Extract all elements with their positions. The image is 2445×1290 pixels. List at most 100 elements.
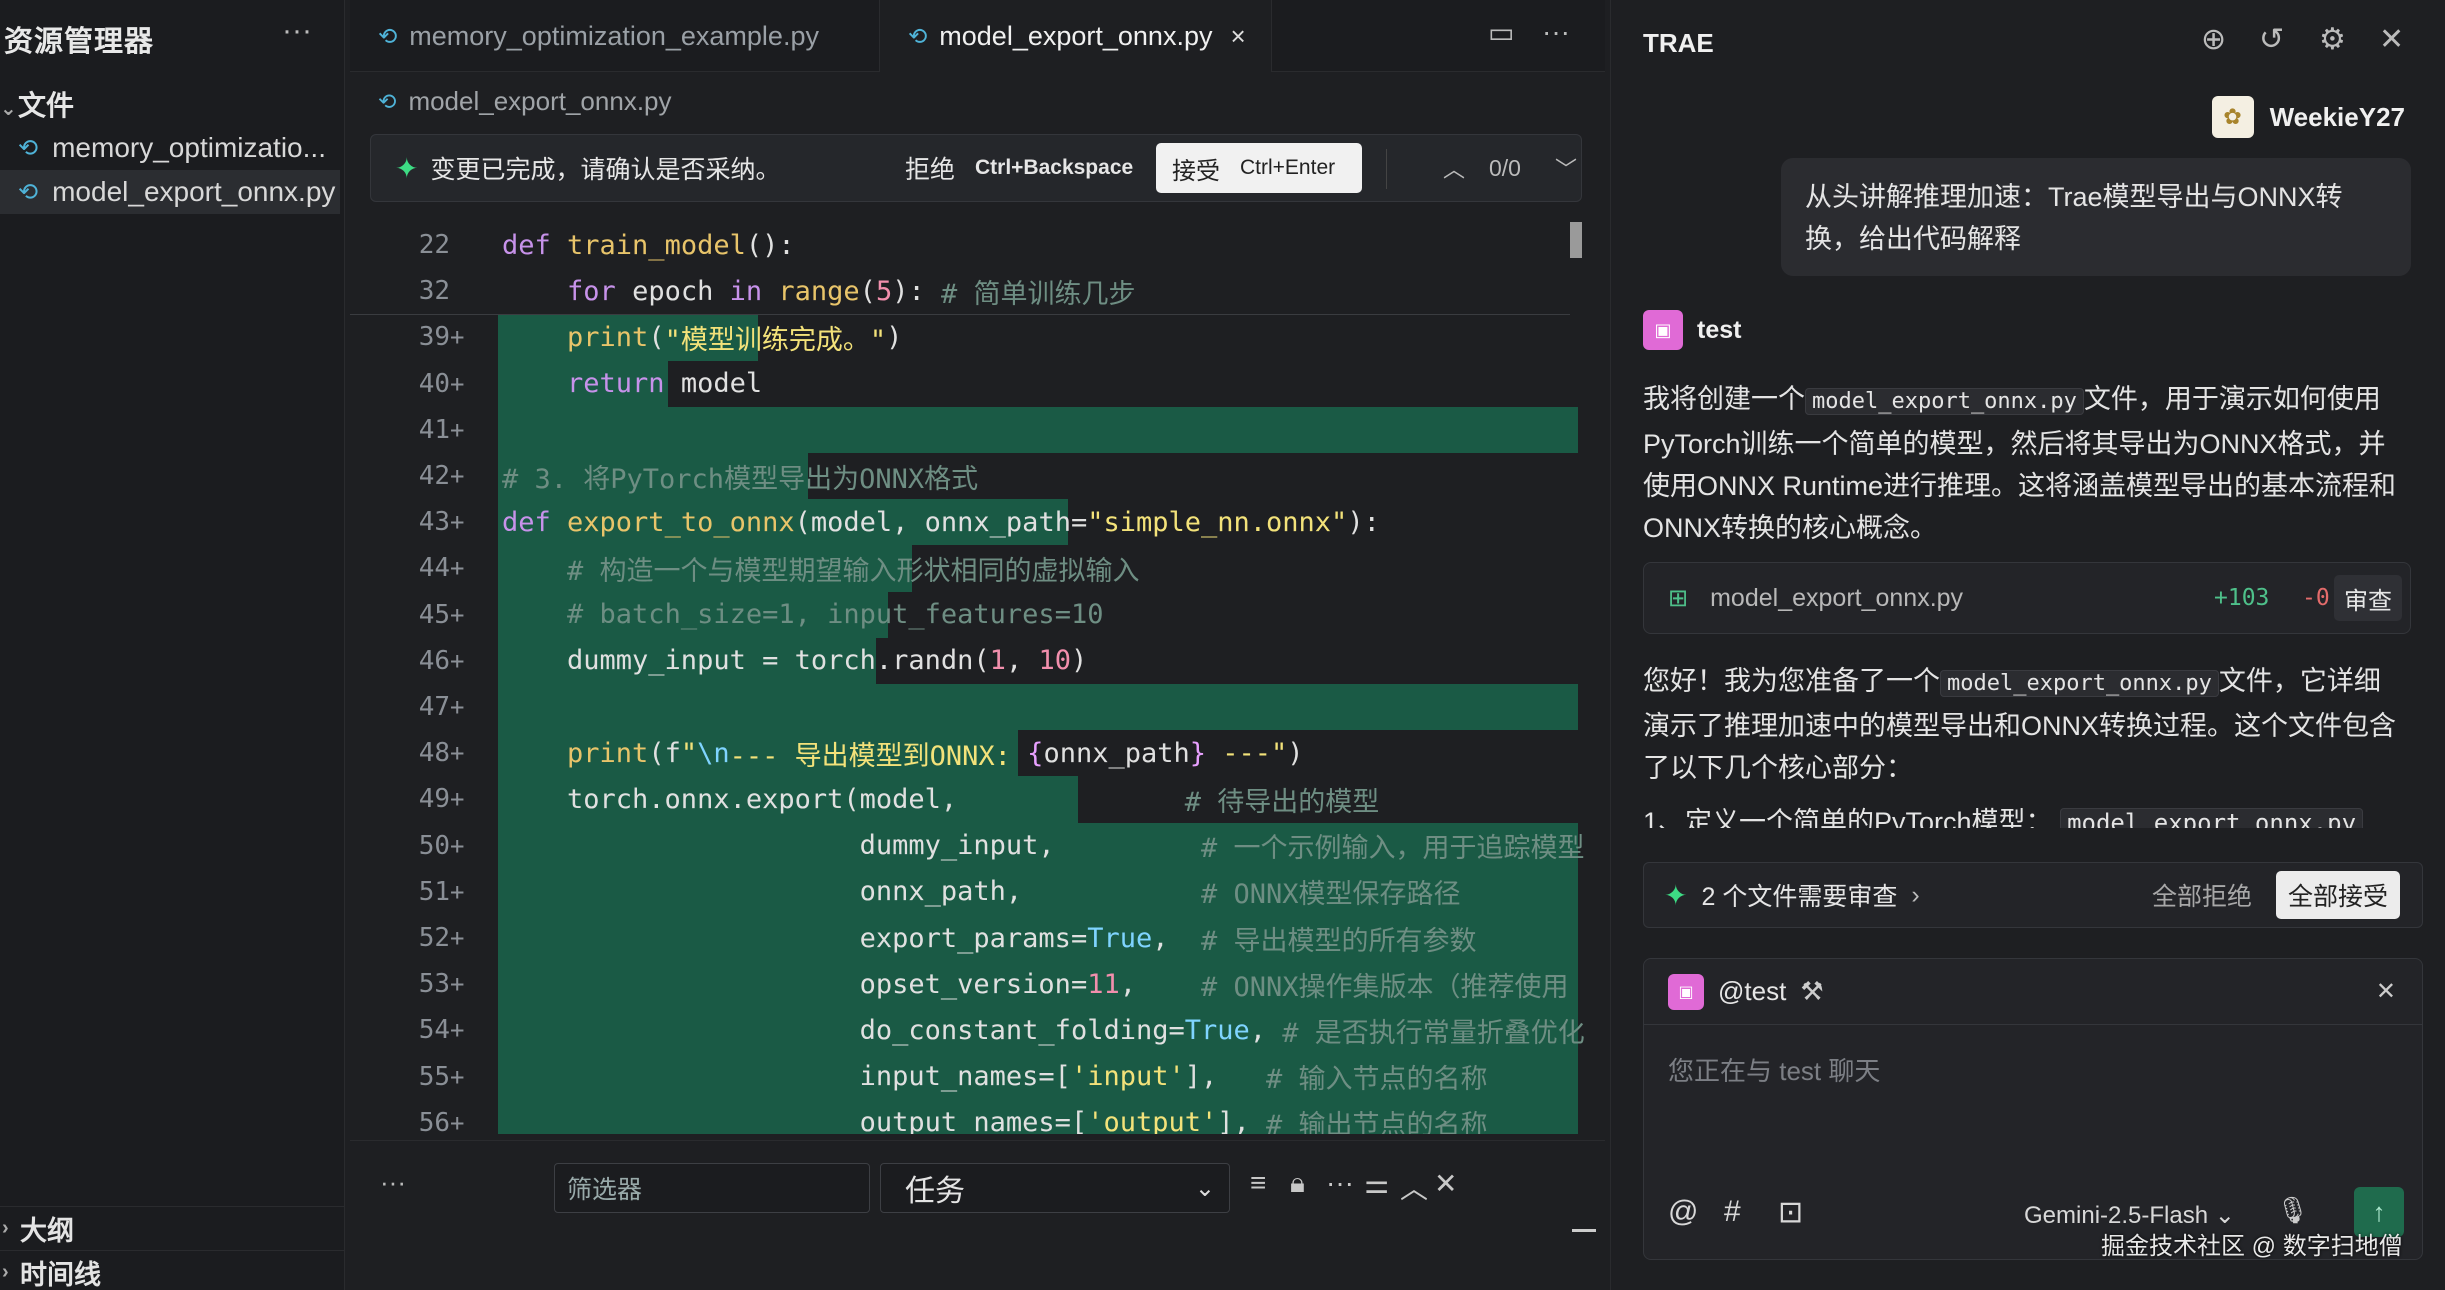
line-number: 45 bbox=[418, 599, 450, 630]
timeline-label: 时间线 bbox=[20, 1260, 101, 1290]
python-file-icon: ⟲ bbox=[378, 88, 397, 114]
close-icon[interactable]: ✕ bbox=[2376, 977, 2396, 1006]
sparkle-icon: ✦ bbox=[1664, 879, 1688, 911]
file-item-model-export[interactable]: ⟲ model_export_onnx.py bbox=[0, 170, 340, 214]
accept-button[interactable]: 接受 Ctrl+Enter bbox=[1156, 143, 1362, 193]
change-counter: 0/0 bbox=[1489, 154, 1521, 181]
line-number: 56 bbox=[418, 1107, 450, 1134]
chat-input[interactable]: 您正在与 test 聊天 bbox=[1668, 1051, 1880, 1088]
code-text: opset_version= 11, # ONNX操作集版本（推荐使用 bbox=[502, 968, 1569, 1003]
close-icon[interactable]: ✕ bbox=[2379, 22, 2404, 57]
python-file-icon: ⟲ bbox=[378, 22, 398, 49]
code-line: 50 + dummy_input, # 一个示例输入，用于追踪模型 bbox=[350, 822, 1595, 869]
user-message: 从头讲解推理加速：Trae模型导出与ONNX转换，给出代码解释 bbox=[1781, 158, 2411, 276]
image-icon[interactable]: ⊡ bbox=[1778, 1195, 1803, 1230]
file-change-card[interactable]: ⊞ model_export_onnx.py +103 -0 审查 bbox=[1643, 562, 2411, 634]
code-line: 43 + def export_to_onnx (model, onnx_path= "… bbox=[350, 499, 1595, 546]
scrollbar-thumb[interactable] bbox=[1570, 222, 1582, 258]
filter-input[interactable]: 筛选器 bbox=[554, 1163, 870, 1213]
line-number: 49 bbox=[418, 784, 450, 815]
review-message: 变更已完成，请确认是否采纳。 bbox=[430, 156, 781, 184]
folder-files[interactable]: ⌄文件 bbox=[0, 84, 74, 124]
timeline-section[interactable]: › 时间线 bbox=[0, 1250, 345, 1290]
lock-icon[interactable]: 🔒︎ bbox=[1290, 1167, 1305, 1200]
accept-all-button[interactable]: 全部接受 bbox=[2276, 871, 2400, 919]
user-name: WeekieY27 bbox=[2269, 101, 2405, 132]
accept-shortcut: Ctrl+Enter bbox=[1240, 156, 1336, 179]
lines-added: +103 bbox=[2214, 585, 2270, 611]
tools-icon[interactable]: ⚒ bbox=[1800, 976, 1823, 1007]
code-line: 22 def train_model (): bbox=[350, 222, 1595, 268]
code-line: 49 + torch.onnx.export(model, # 待导出的模型 bbox=[350, 776, 1595, 823]
avatar: ✿ bbox=[2211, 96, 2254, 138]
code-text: torch.onnx.export(model, # 待导出的模型 bbox=[502, 783, 1380, 818]
tab-memory-optimization[interactable]: ⟲ memory_optimization_example.py bbox=[350, 0, 880, 72]
mic-icon[interactable]: 🎙︎ bbox=[2276, 1195, 2309, 1226]
line-number: 52 bbox=[418, 923, 450, 954]
file-label: model_export_onnx.py bbox=[52, 176, 336, 207]
minimize-icon[interactable] bbox=[1572, 1229, 1596, 1232]
line-number: 40 bbox=[418, 368, 450, 399]
added-marker: + bbox=[450, 508, 465, 537]
split-editor-icon[interactable]: ▭ bbox=[1488, 16, 1514, 49]
code-text: def train_model (): bbox=[502, 229, 795, 261]
added-marker: + bbox=[450, 831, 465, 860]
code-text: # 构造一个与模型期望输入形状相同的虚拟输入 bbox=[567, 555, 1140, 587]
outline-label: 大纲 bbox=[20, 1216, 74, 1246]
code-line: 46 + dummy_input = torch.randn(1, 10) bbox=[350, 637, 1595, 684]
new-chat-icon[interactable]: ⊕ bbox=[2201, 22, 2226, 57]
added-marker: + bbox=[450, 369, 465, 398]
task-select[interactable]: 任务 ⌄ bbox=[880, 1163, 1230, 1213]
review-button[interactable]: 审查 bbox=[2334, 575, 2402, 621]
code-text: do_constant_folding= True, # 是否执行常量折叠优化 bbox=[502, 1014, 1585, 1049]
chevron-down-icon[interactable]: ﹀ bbox=[1555, 152, 1577, 184]
reject-button[interactable]: 拒绝 bbox=[905, 150, 955, 186]
python-file-icon: ⟲ bbox=[18, 134, 39, 162]
file-added-icon: ⊞ bbox=[1668, 584, 1689, 612]
line-number: 44 bbox=[418, 553, 450, 584]
chevron-right-icon: › bbox=[2, 1217, 9, 1239]
folder-label: 文件 bbox=[18, 90, 75, 121]
hash-icon[interactable]: # bbox=[1724, 1195, 1741, 1229]
divider bbox=[1386, 149, 1387, 189]
editor-tabs: ⟲ memory_optimization_example.py ⟲ model_e… bbox=[350, 0, 1605, 72]
tab-label: model_export_onnx.py bbox=[939, 20, 1213, 51]
file-item-memory[interactable]: ⟲ memory_optimizatio... bbox=[0, 126, 340, 170]
code-text: print (f " \n --- 导出模型到ONNX: {onnx_path} ---… bbox=[567, 737, 1304, 772]
file-chip[interactable]: model_export_onnx.py bbox=[2060, 808, 2364, 828]
added-marker: + bbox=[450, 739, 465, 768]
explorer-more-button[interactable]: ··· bbox=[282, 14, 312, 48]
code-text: # 3. 将PyTorch模型导出为ONNX格式 bbox=[502, 463, 979, 495]
line-number: 32 bbox=[418, 276, 450, 307]
chevron-up-icon[interactable]: ︿ bbox=[1443, 152, 1465, 184]
code-text: print("模型训练完成。") bbox=[567, 321, 903, 356]
close-panel-icon[interactable]: ✕ bbox=[1434, 1167, 1457, 1200]
more-icon[interactable]: ··· bbox=[1326, 1167, 1354, 1199]
list-item: 1、定义一个简单的PyTorch模型： model_export_onnx.py bbox=[1643, 800, 2413, 828]
code-view[interactable]: 22 def train_model (): 32 for epoch in rang… bbox=[350, 222, 1605, 1134]
line-number: 48 bbox=[418, 738, 450, 769]
chevron-up-icon[interactable]: ︿ bbox=[1400, 1167, 1428, 1207]
outline-section[interactable]: › 大纲 bbox=[0, 1206, 345, 1250]
line-number: 53 bbox=[418, 969, 450, 1000]
more-actions-icon[interactable]: ··· bbox=[1542, 16, 1570, 48]
gear-icon[interactable]: ⚙ bbox=[2319, 22, 2346, 57]
bot-avatar: ▣ bbox=[1643, 310, 1683, 350]
pending-text[interactable]: 2 个文件需要审查 bbox=[1701, 877, 1897, 913]
reject-all-button[interactable]: 全部拒绝 bbox=[2152, 877, 2252, 913]
settings-sliders-icon[interactable]: ⚌ bbox=[1364, 1167, 1389, 1200]
breadcrumb-file[interactable]: model_export_onnx.py bbox=[408, 86, 671, 117]
pending-review-bar: ✦ 2 个文件需要审查 › 全部拒绝 全部接受 bbox=[1643, 862, 2423, 928]
breadcrumb: ⟲ model_export_onnx.py bbox=[378, 86, 672, 117]
close-tab-icon[interactable]: × bbox=[1230, 21, 1245, 52]
panel-more-button[interactable]: ··· bbox=[380, 1167, 406, 1198]
tab-label: memory_optimization_example.py bbox=[409, 20, 819, 51]
added-marker: + bbox=[450, 646, 465, 675]
clear-icon[interactable]: ≡ bbox=[1250, 1167, 1266, 1199]
code-text: for epoch in range(5): # 简单训练几步 bbox=[567, 275, 1136, 310]
history-icon[interactable]: ↺ bbox=[2259, 22, 2284, 57]
mention-icon[interactable]: @ bbox=[1668, 1195, 1698, 1229]
task-label: 任务 bbox=[905, 1175, 965, 1208]
tab-model-export[interactable]: ⟲ model_export_onnx.py × bbox=[880, 0, 1272, 72]
explorer-panel: 资源管理器 ··· ⌄文件 ⟲ memory_optimizatio... ⟲ mo… bbox=[0, 0, 345, 1290]
